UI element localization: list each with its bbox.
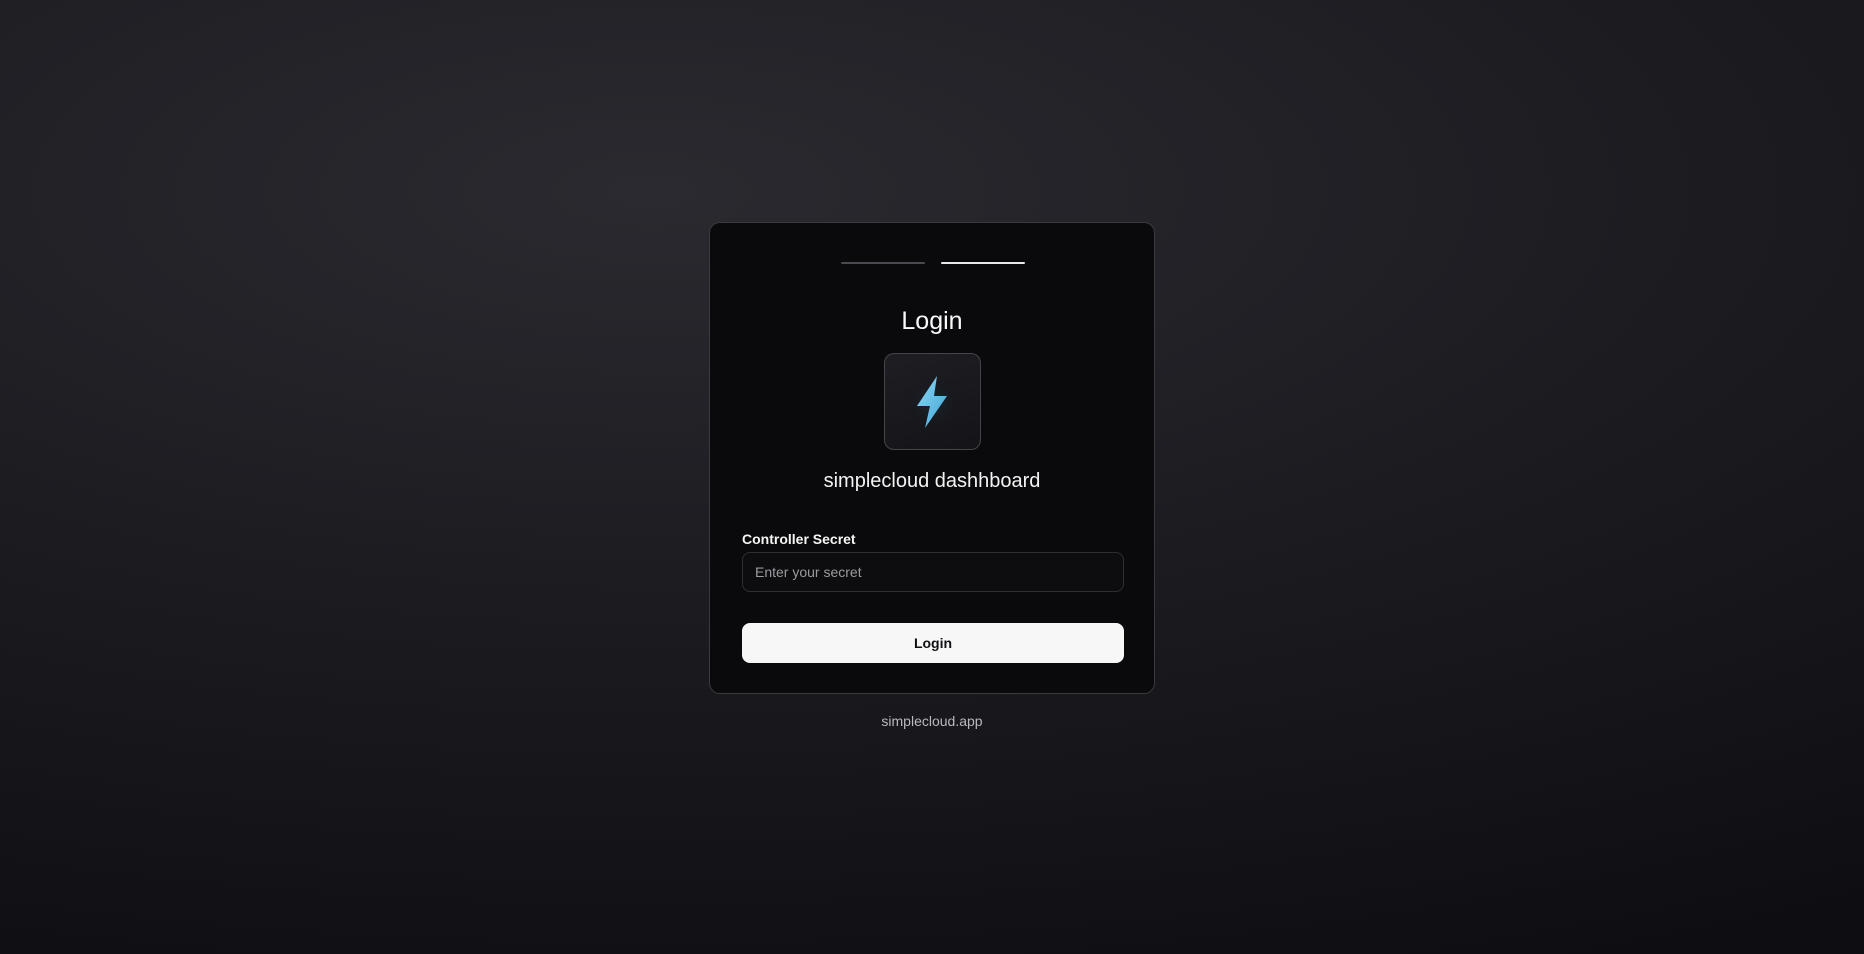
page-title: Login	[901, 307, 963, 335]
login-button[interactable]: Login	[742, 623, 1124, 663]
footer-link[interactable]: simplecloud.app	[0, 713, 1864, 729]
controller-secret-input[interactable]	[742, 552, 1124, 592]
login-card: Login simplecloud dashhboard Controller …	[709, 222, 1155, 694]
step-indicator	[710, 262, 1154, 264]
step-2-bar-active	[941, 262, 1025, 264]
controller-secret-label: Controller Secret	[742, 531, 856, 547]
app-logo	[884, 353, 981, 450]
brand-name: simplecloud dashhboard	[823, 470, 1041, 492]
step-1-bar	[841, 262, 925, 264]
lightning-bolt-icon	[904, 373, 961, 430]
